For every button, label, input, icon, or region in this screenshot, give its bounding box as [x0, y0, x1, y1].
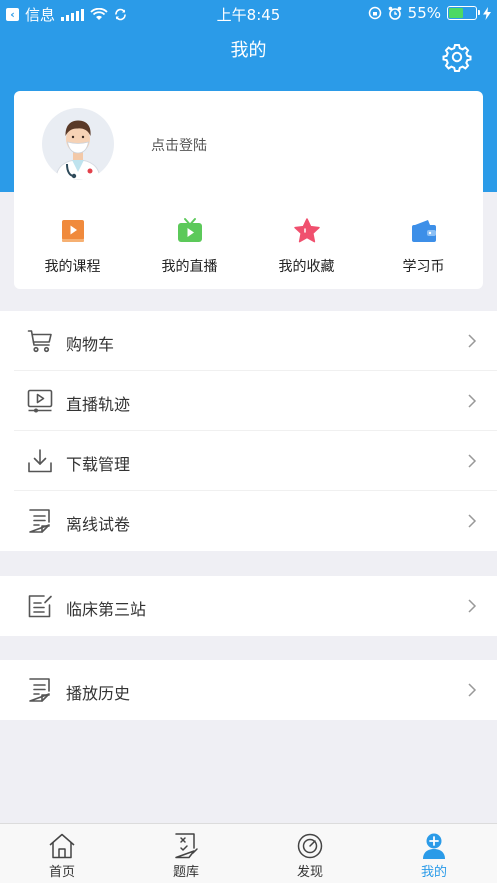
live-tv-icon: [177, 218, 202, 242]
status-bar: ‹ 信息 上午8:45 55%: [0, 0, 497, 26]
menu-item-live-track[interactable]: 直播轨迹: [0, 371, 497, 431]
profile-icon: [423, 833, 445, 859]
download-icon: [28, 449, 52, 473]
tab-bar: 首页 题库 发现 我的: [0, 823, 497, 883]
quick-action-my-live[interactable]: 我的直播: [131, 217, 248, 276]
tab-label: 发现: [296, 865, 323, 880]
menu-item-label: 下载管理: [66, 455, 131, 474]
quick-action-label: 学习币: [402, 259, 445, 275]
rotation-lock-icon: [368, 6, 381, 20]
menu-item-cart[interactable]: 购物车: [0, 311, 497, 371]
doctor-avatar[interactable]: [42, 108, 114, 180]
live-track-icon: [27, 389, 53, 413]
discover-icon: [297, 833, 323, 859]
menu-group-history: 播放历史: [0, 660, 497, 720]
profile-card: 点击登陆 我的课程 我的直播 我的收藏 学习币: [14, 91, 483, 289]
tab-discover[interactable]: 发现: [248, 824, 372, 880]
wallet-icon: [411, 220, 436, 242]
clinical-station-icon: [28, 595, 52, 618]
cart-icon: [27, 330, 52, 353]
history-icon: [29, 678, 50, 702]
course-book-icon: [61, 220, 84, 242]
battery-icon: [447, 6, 480, 20]
tab-profile[interactable]: 我的: [372, 824, 496, 880]
offline-paper-icon: [29, 509, 50, 533]
chevron-right-icon: [468, 683, 477, 697]
menu-item-downloads[interactable]: 下载管理: [0, 431, 497, 491]
menu-item-label: 购物车: [66, 335, 115, 354]
tab-label: 题库: [172, 865, 199, 880]
tab-question-bank[interactable]: 题库: [124, 824, 248, 880]
alarm-icon: [388, 6, 401, 20]
menu-group-clinical: 临床第三站: [0, 576, 497, 636]
login-prompt[interactable]: 点击登陆: [151, 135, 207, 155]
chevron-right-icon: [468, 599, 477, 613]
chevron-right-icon: [468, 514, 477, 528]
tab-home[interactable]: 首页: [0, 824, 124, 880]
home-icon: [49, 833, 75, 859]
charging-icon: [483, 6, 491, 20]
menu-item-label: 临床第三站: [66, 600, 147, 619]
tab-label: 首页: [48, 865, 75, 880]
quick-action-my-favorites[interactable]: 我的收藏: [248, 217, 365, 276]
page-title: 我的: [230, 40, 267, 61]
menu-item-play-history[interactable]: 播放历史: [0, 660, 497, 720]
quick-action-label: 我的收藏: [278, 259, 335, 275]
quick-action-label: 我的直播: [161, 259, 218, 275]
menu-group-main: 购物车 直播轨迹 下载管理 离线试卷: [0, 311, 497, 551]
battery-percent: 55%: [407, 4, 441, 22]
menu-item-offline-papers[interactable]: 离线试卷: [0, 491, 497, 551]
chevron-right-icon: [468, 454, 477, 468]
quick-action-label: 我的课程: [44, 259, 101, 275]
gear-icon[interactable]: [442, 42, 472, 72]
question-bank-icon: [175, 833, 198, 859]
quick-action-my-courses[interactable]: 我的课程: [14, 217, 131, 276]
tab-label: 我的: [420, 865, 447, 880]
menu-item-label: 直播轨迹: [66, 395, 131, 414]
chevron-right-icon: [468, 334, 477, 348]
menu-item-label: 播放历史: [66, 684, 131, 703]
menu-item-clinical-station[interactable]: 临床第三站: [0, 576, 497, 636]
star-icon: [293, 218, 320, 243]
chevron-right-icon: [468, 394, 477, 408]
menu-item-label: 离线试卷: [66, 515, 131, 534]
quick-action-study-coins[interactable]: 学习币: [365, 217, 482, 276]
